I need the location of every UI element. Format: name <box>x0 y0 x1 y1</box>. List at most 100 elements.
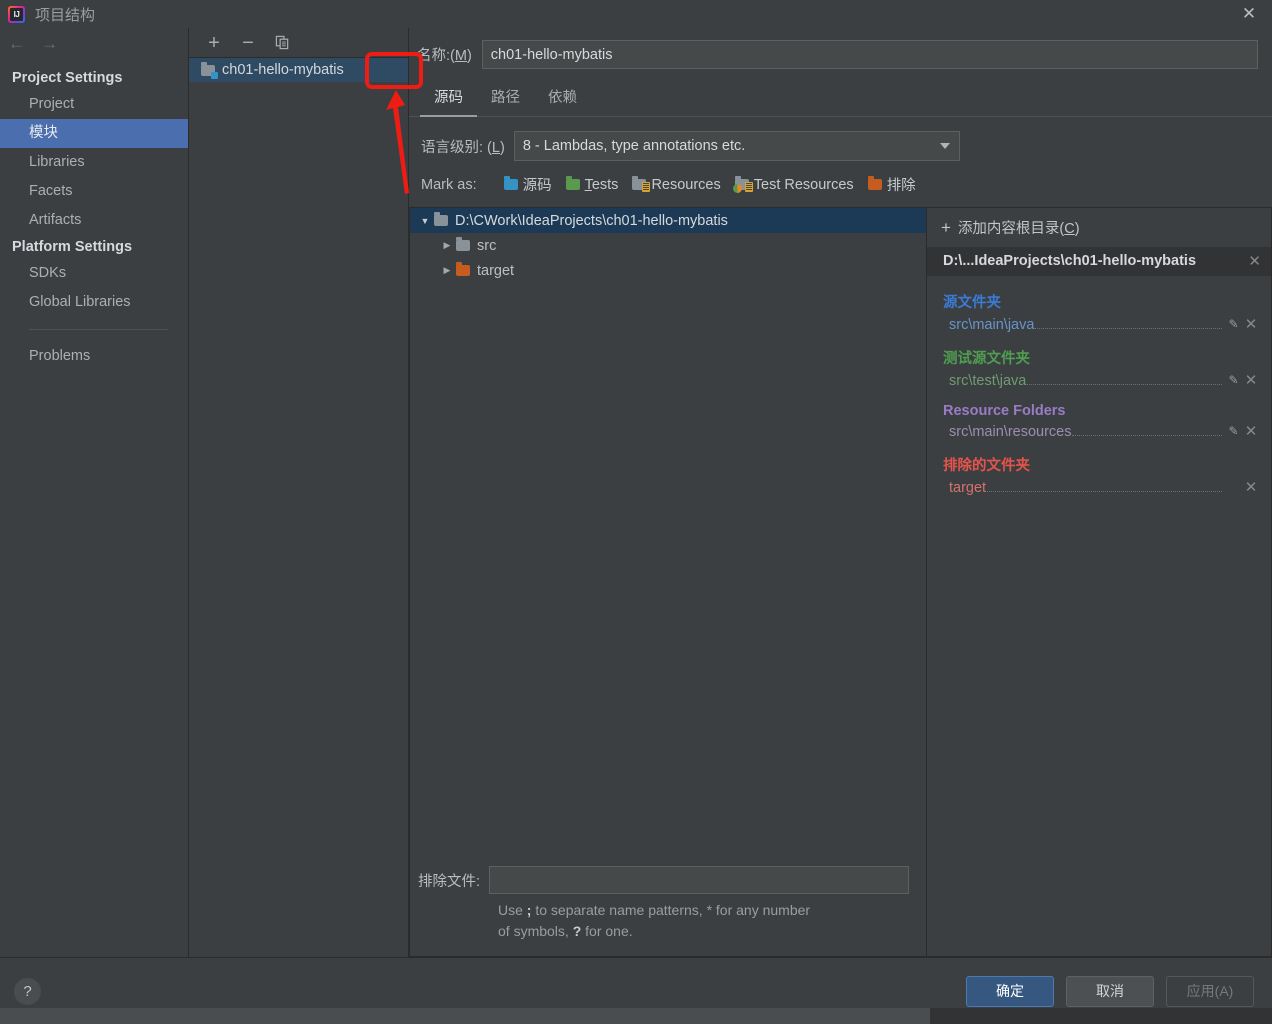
add-module-button[interactable]: + <box>203 32 225 54</box>
tree-row-label: D:\CWork\IdeaProjects\ch01-hello-mybatis <box>455 212 728 229</box>
project-structure-dialog: 项目结构 ✕ ← → Project Settings Project 模块 L… <box>0 0 1272 1024</box>
root-group-title-resources: Resource Folders <box>943 403 1066 419</box>
twisty-collapsed-icon[interactable]: ▶ <box>438 265 456 276</box>
sidebar-group-platform-settings: Platform Settings <box>12 239 133 255</box>
sidebar-item-modules[interactable]: 模块 <box>0 119 188 148</box>
mark-as-resources-button[interactable]: Resources <box>632 176 721 193</box>
settings-sidebar: ← → Project Settings Project 模块 Librarie… <box>0 28 189 957</box>
root-entry-src-main-resources[interactable]: src\main\resources ✎ ✕ <box>927 421 1271 449</box>
detail-tabs: 源码 路径 依赖 <box>409 79 1272 117</box>
mark-as-test-resources-label: Test Resources <box>753 176 854 193</box>
sidebar-item-problems[interactable]: Problems <box>0 342 188 371</box>
root-entry-path: src\main\resources <box>949 424 1072 440</box>
sidebar-item-sdks[interactable]: SDKs <box>0 259 188 288</box>
background-strip <box>0 1008 1272 1024</box>
dotted-leader <box>1072 435 1222 436</box>
sidebar-divider <box>29 329 168 330</box>
mark-as-excluded-button[interactable]: 排除 <box>867 174 916 195</box>
help-button[interactable]: ? <box>14 977 41 1005</box>
mark-as-sources-button[interactable]: 源码 <box>503 174 552 195</box>
module-name-field-label: 名称:(M) <box>417 48 472 64</box>
sidebar-item-project[interactable]: Project <box>0 90 188 119</box>
tree-row-src[interactable]: ▶ src <box>410 233 926 258</box>
exclude-files-label: 排除文件: <box>418 873 481 890</box>
sidebar-item-global-libraries[interactable]: Global Libraries <box>0 288 188 317</box>
mark-as-toolbar: Mark as: 源码 Tests Resources Test Resourc… <box>409 174 1272 207</box>
sidebar-nav-list: Project Settings Project 模块 Libraries Fa… <box>0 58 188 371</box>
remove-root-icon[interactable]: ✕ <box>1241 422 1261 440</box>
root-group-title-excluded: 排除的文件夹 <box>943 458 1030 474</box>
content-tree-pane: ▼ D:\CWork\IdeaProjects\ch01-hello-mybat… <box>409 207 927 957</box>
forward-arrow-icon[interactable]: → <box>41 35 58 52</box>
sidebar-item-libraries[interactable]: Libraries <box>0 148 188 177</box>
tab-sources[interactable]: 源码 <box>420 79 477 117</box>
root-entry-src-main-java[interactable]: src\main\java ✎ ✕ <box>927 314 1271 342</box>
sources-panes: ▼ D:\CWork\IdeaProjects\ch01-hello-mybat… <box>409 207 1272 957</box>
remove-root-icon[interactable]: ✕ <box>1241 478 1261 496</box>
exclude-files-block: 排除文件: Use ; to separate name patterns, *… <box>410 866 926 956</box>
copy-module-icon[interactable] <box>271 32 293 54</box>
folder-orange-icon <box>456 262 470 276</box>
dotted-leader <box>987 491 1222 492</box>
twisty-collapsed-icon[interactable]: ▶ <box>438 240 456 251</box>
intellij-logo-icon <box>8 5 25 23</box>
module-name-input[interactable] <box>481 40 1258 69</box>
tree-row-label: target <box>477 262 515 279</box>
sidebar-item-facets[interactable]: Facets <box>0 177 188 206</box>
tab-dependencies[interactable]: 依赖 <box>534 79 591 117</box>
root-entry-target[interactable]: target ✕ <box>927 477 1271 505</box>
edit-pencil-icon[interactable]: ✎ <box>1226 424 1241 438</box>
language-level-row: 语言级别: (L) 8 - Lambdas, type annotations … <box>409 117 1272 174</box>
apply-button[interactable]: 应用(A) <box>1166 975 1254 1007</box>
dotted-leader <box>1035 328 1222 329</box>
mark-as-test-resources-button[interactable]: Test Resources <box>732 176 854 193</box>
tree-row-target[interactable]: ▶ target <box>410 258 926 283</box>
edit-pencil-icon[interactable]: ✎ <box>1226 317 1241 331</box>
root-group-title-test-sources: 测试源文件夹 <box>943 351 1030 367</box>
module-name-label: ch01-hello-mybatis <box>222 62 344 78</box>
content-tree: ▼ D:\CWork\IdeaProjects\ch01-hello-mybat… <box>410 208 926 866</box>
root-entry-path: target <box>949 480 987 496</box>
root-entry-src-test-java[interactable]: src\test\java ✎ ✕ <box>927 370 1271 398</box>
root-entry-path: src\main\java <box>949 317 1035 333</box>
folder-blue-icon <box>503 176 518 190</box>
twisty-expanded-icon[interactable]: ▼ <box>416 216 434 226</box>
mark-as-sources-label: 源码 <box>522 178 552 194</box>
exclude-files-input[interactable] <box>489 866 910 894</box>
mark-as-resources-label: Resources <box>651 176 721 193</box>
module-detail-panel: 名称:(M) 源码 路径 依赖 语言级别: (L) 8 - Lambdas, t… <box>409 28 1272 957</box>
remove-root-icon[interactable]: ✕ <box>1241 315 1261 333</box>
mark-as-tests-label: Tests <box>584 176 619 193</box>
ok-button[interactable]: 确定 <box>966 975 1054 1007</box>
remove-root-icon[interactable]: ✕ <box>1241 371 1261 389</box>
sidebar-group-project-settings: Project Settings <box>12 70 123 86</box>
module-list-panel: + − ch01-hello-mybatis <box>189 28 423 957</box>
folder-gray-icon <box>434 212 448 226</box>
close-icon[interactable]: ✕ <box>1226 0 1272 28</box>
tree-row-content-root[interactable]: ▼ D:\CWork\IdeaProjects\ch01-hello-mybat… <box>410 208 926 233</box>
mark-as-tests-button[interactable]: Tests <box>565 176 619 193</box>
back-arrow-icon[interactable]: ← <box>8 35 25 52</box>
remove-module-button[interactable]: − <box>237 32 259 54</box>
remove-content-root-icon[interactable]: ✕ <box>1248 252 1261 270</box>
module-list-item[interactable]: ch01-hello-mybatis <box>189 58 408 82</box>
folder-resource-icon <box>632 176 651 192</box>
cancel-button[interactable]: 取消 <box>1066 975 1154 1007</box>
edit-pencil-icon[interactable]: ✎ <box>1226 373 1241 387</box>
nav-history-controls: ← → <box>0 28 188 58</box>
add-content-root-label: 添加内容根目录(C) <box>957 221 1080 237</box>
language-level-select[interactable]: 8 - Lambdas, type annotations etc. <box>513 131 960 161</box>
module-toolbar: + − <box>189 28 408 58</box>
window-title: 项目结构 <box>35 6 96 24</box>
exclude-files-row: 排除文件: <box>410 866 926 900</box>
folder-green-icon <box>565 176 580 190</box>
tab-paths[interactable]: 路径 <box>477 79 534 117</box>
module-folder-icon <box>201 61 218 79</box>
chevron-down-icon <box>939 143 950 149</box>
footer-button-group: 确定 取消 应用(A) <box>966 975 1254 1007</box>
root-group-title-sources: 源文件夹 <box>943 295 1001 311</box>
language-level-value: 8 - Lambdas, type annotations etc. <box>522 138 746 154</box>
add-content-root-button[interactable]: + 添加内容根目录(C) <box>927 208 1271 247</box>
sidebar-item-artifacts[interactable]: Artifacts <box>0 206 188 235</box>
content-root-body: 源文件夹 src\main\java ✎ ✕ 测试源文件夹 src\test\j… <box>927 276 1271 505</box>
